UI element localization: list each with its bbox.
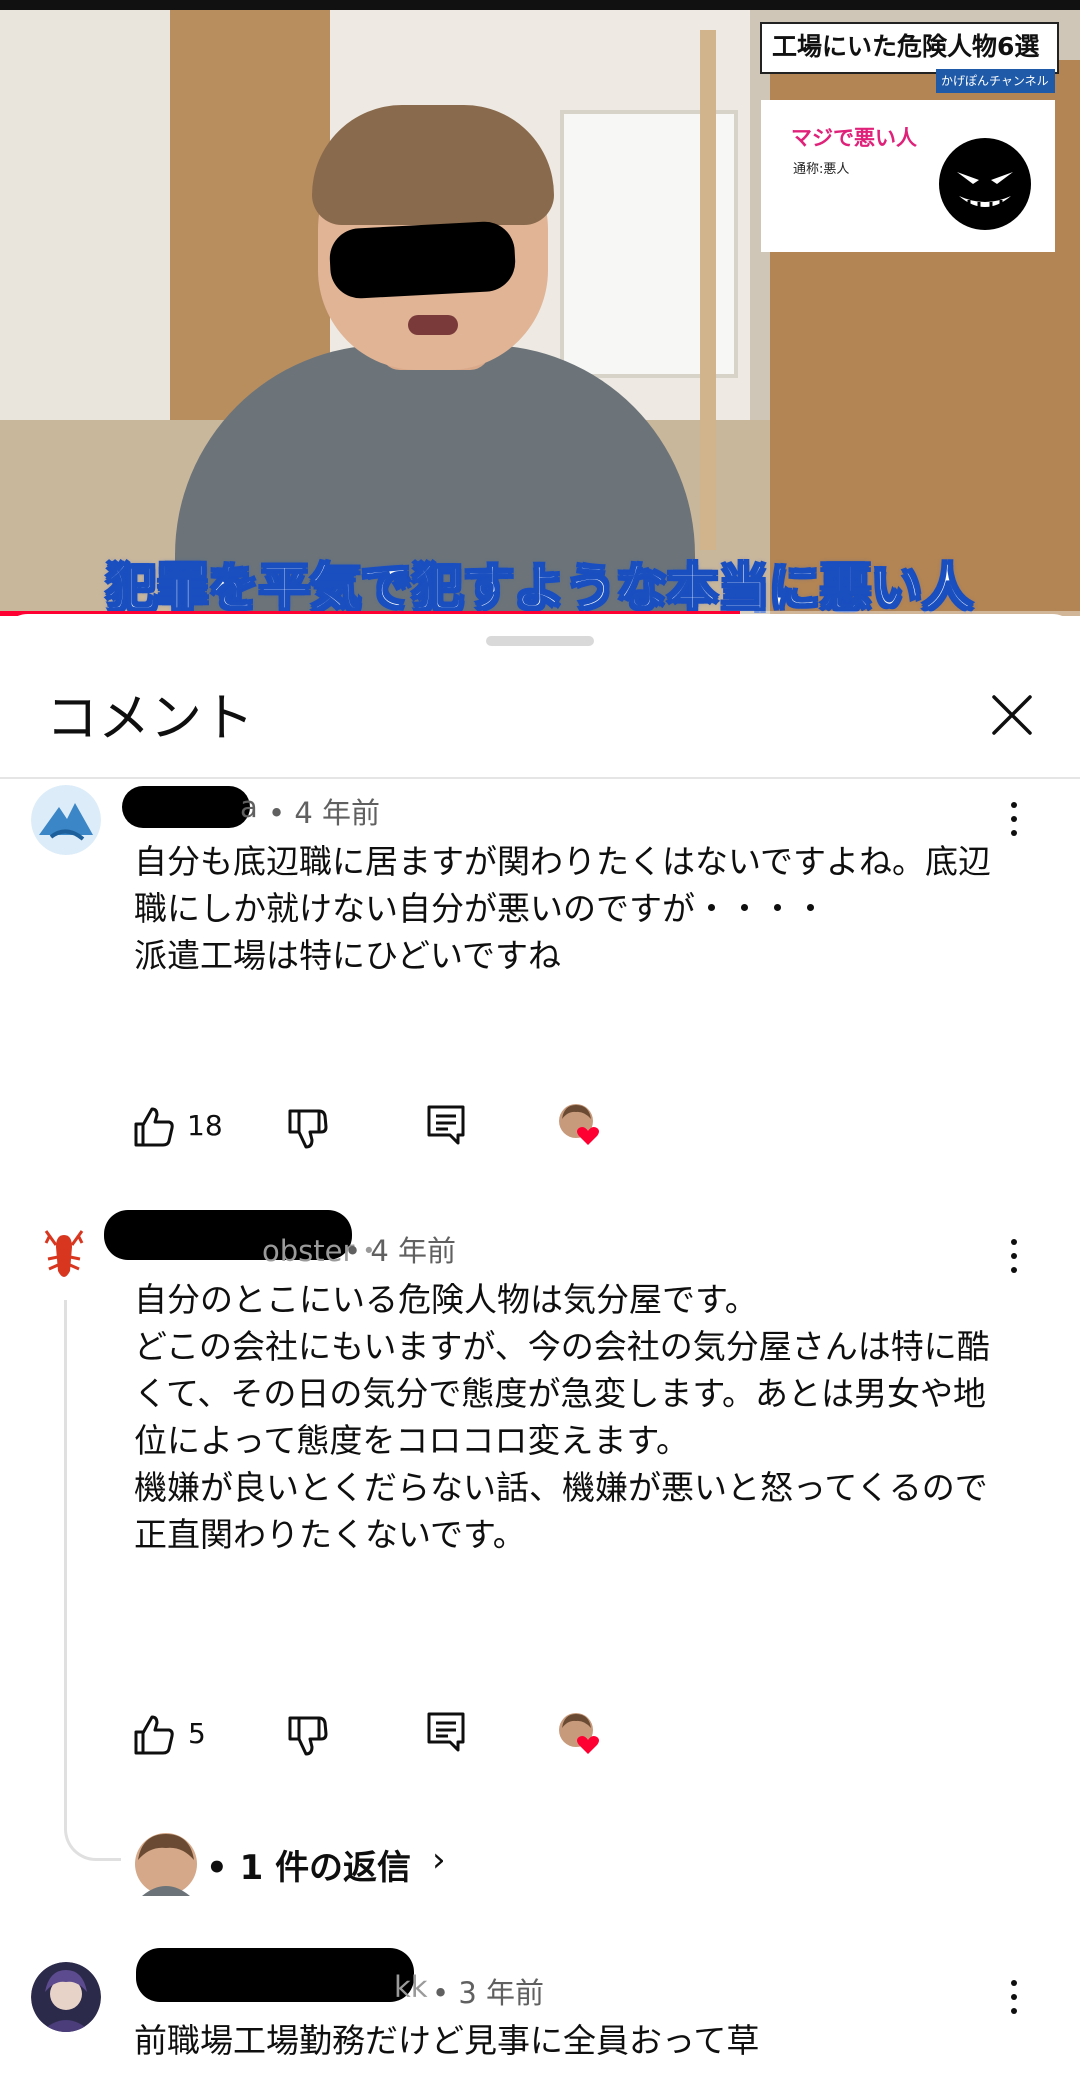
video-title-text: 工場にいた危険人物6選 [772,32,1040,61]
thread-line [64,1300,121,1861]
drag-handle[interactable] [486,636,594,646]
more-vertical-icon[interactable] [1002,1978,1026,2018]
more-vertical-icon[interactable] [1002,1237,1026,1277]
thumbs-up-icon[interactable] [132,1713,176,1757]
sheet-title: コメント [46,689,255,749]
presenter-hair [312,105,554,225]
reply-avatar [135,1833,197,1896]
redacted-username [136,1948,414,2002]
avatar[interactable] [31,785,101,855]
divider [0,777,1080,779]
close-icon[interactable] [986,689,1038,741]
face-censor-bar [328,220,517,300]
like-count: 5 [188,1717,206,1750]
creator-heart-icon [559,1713,599,1754]
cat-tower-pole [700,30,716,550]
comment-text: 前職場工場勤務だけど見事に全員おって草 [134,2021,760,2060]
chevron-right-icon: › [432,1840,446,1880]
comment-author-fragment: a [240,790,258,824]
video-player[interactable]: 工場にいた危険人物6選 かげぽんチャンネル マジで悪い人 通称:悪人 犯罪を平気… [0,0,1080,616]
lobster-avatar[interactable] [44,1227,84,1287]
comment-time: • 4 年前 [344,1234,456,1268]
comment-text: 自分のとこにいる危険人物は気分屋です。 どこの会社にもいますが、今の会社の気分屋… [134,1280,990,1554]
comment-author-fragment: kk [394,1970,428,2004]
status-strip [0,0,1080,10]
thumbs-up-icon[interactable] [132,1105,176,1149]
comment-time: • 4 年前 [268,796,380,830]
replies-label: • 1 件の返信 [206,1848,412,1888]
card-title: マジで悪い人 [791,126,917,150]
presenter-mouth [408,315,458,335]
reply-icon[interactable] [424,1103,468,1147]
channel-overlay-text: かげぽんチャンネル [941,74,1049,88]
more-vertical-icon[interactable] [1002,800,1026,840]
video-title-overlay: 工場にいた危険人物6選 [760,22,1059,74]
thumbs-down-icon[interactable] [286,1714,330,1758]
redacted-username [122,786,250,828]
like-count: 18 [187,1109,223,1142]
avatar[interactable] [31,1962,101,2032]
card-subtitle: 通称:悪人 [793,162,850,177]
evil-face-icon [939,138,1031,230]
comment-text: 自分も底辺職に居ますが関わりたくはないですよね。底辺職にしか就けない自分が悪いの… [134,842,992,975]
thumbs-down-icon[interactable] [286,1107,330,1151]
creator-heart-icon [559,1104,599,1145]
reply-icon[interactable] [424,1710,468,1754]
channel-overlay: かげぽんチャンネル [936,69,1055,93]
video-subtitle: 犯罪を平気で犯すような本当に悪い人 [106,558,974,616]
info-card: マジで悪い人 通称:悪人 [761,100,1055,252]
comment-time: • 3 年前 [432,1976,544,2010]
